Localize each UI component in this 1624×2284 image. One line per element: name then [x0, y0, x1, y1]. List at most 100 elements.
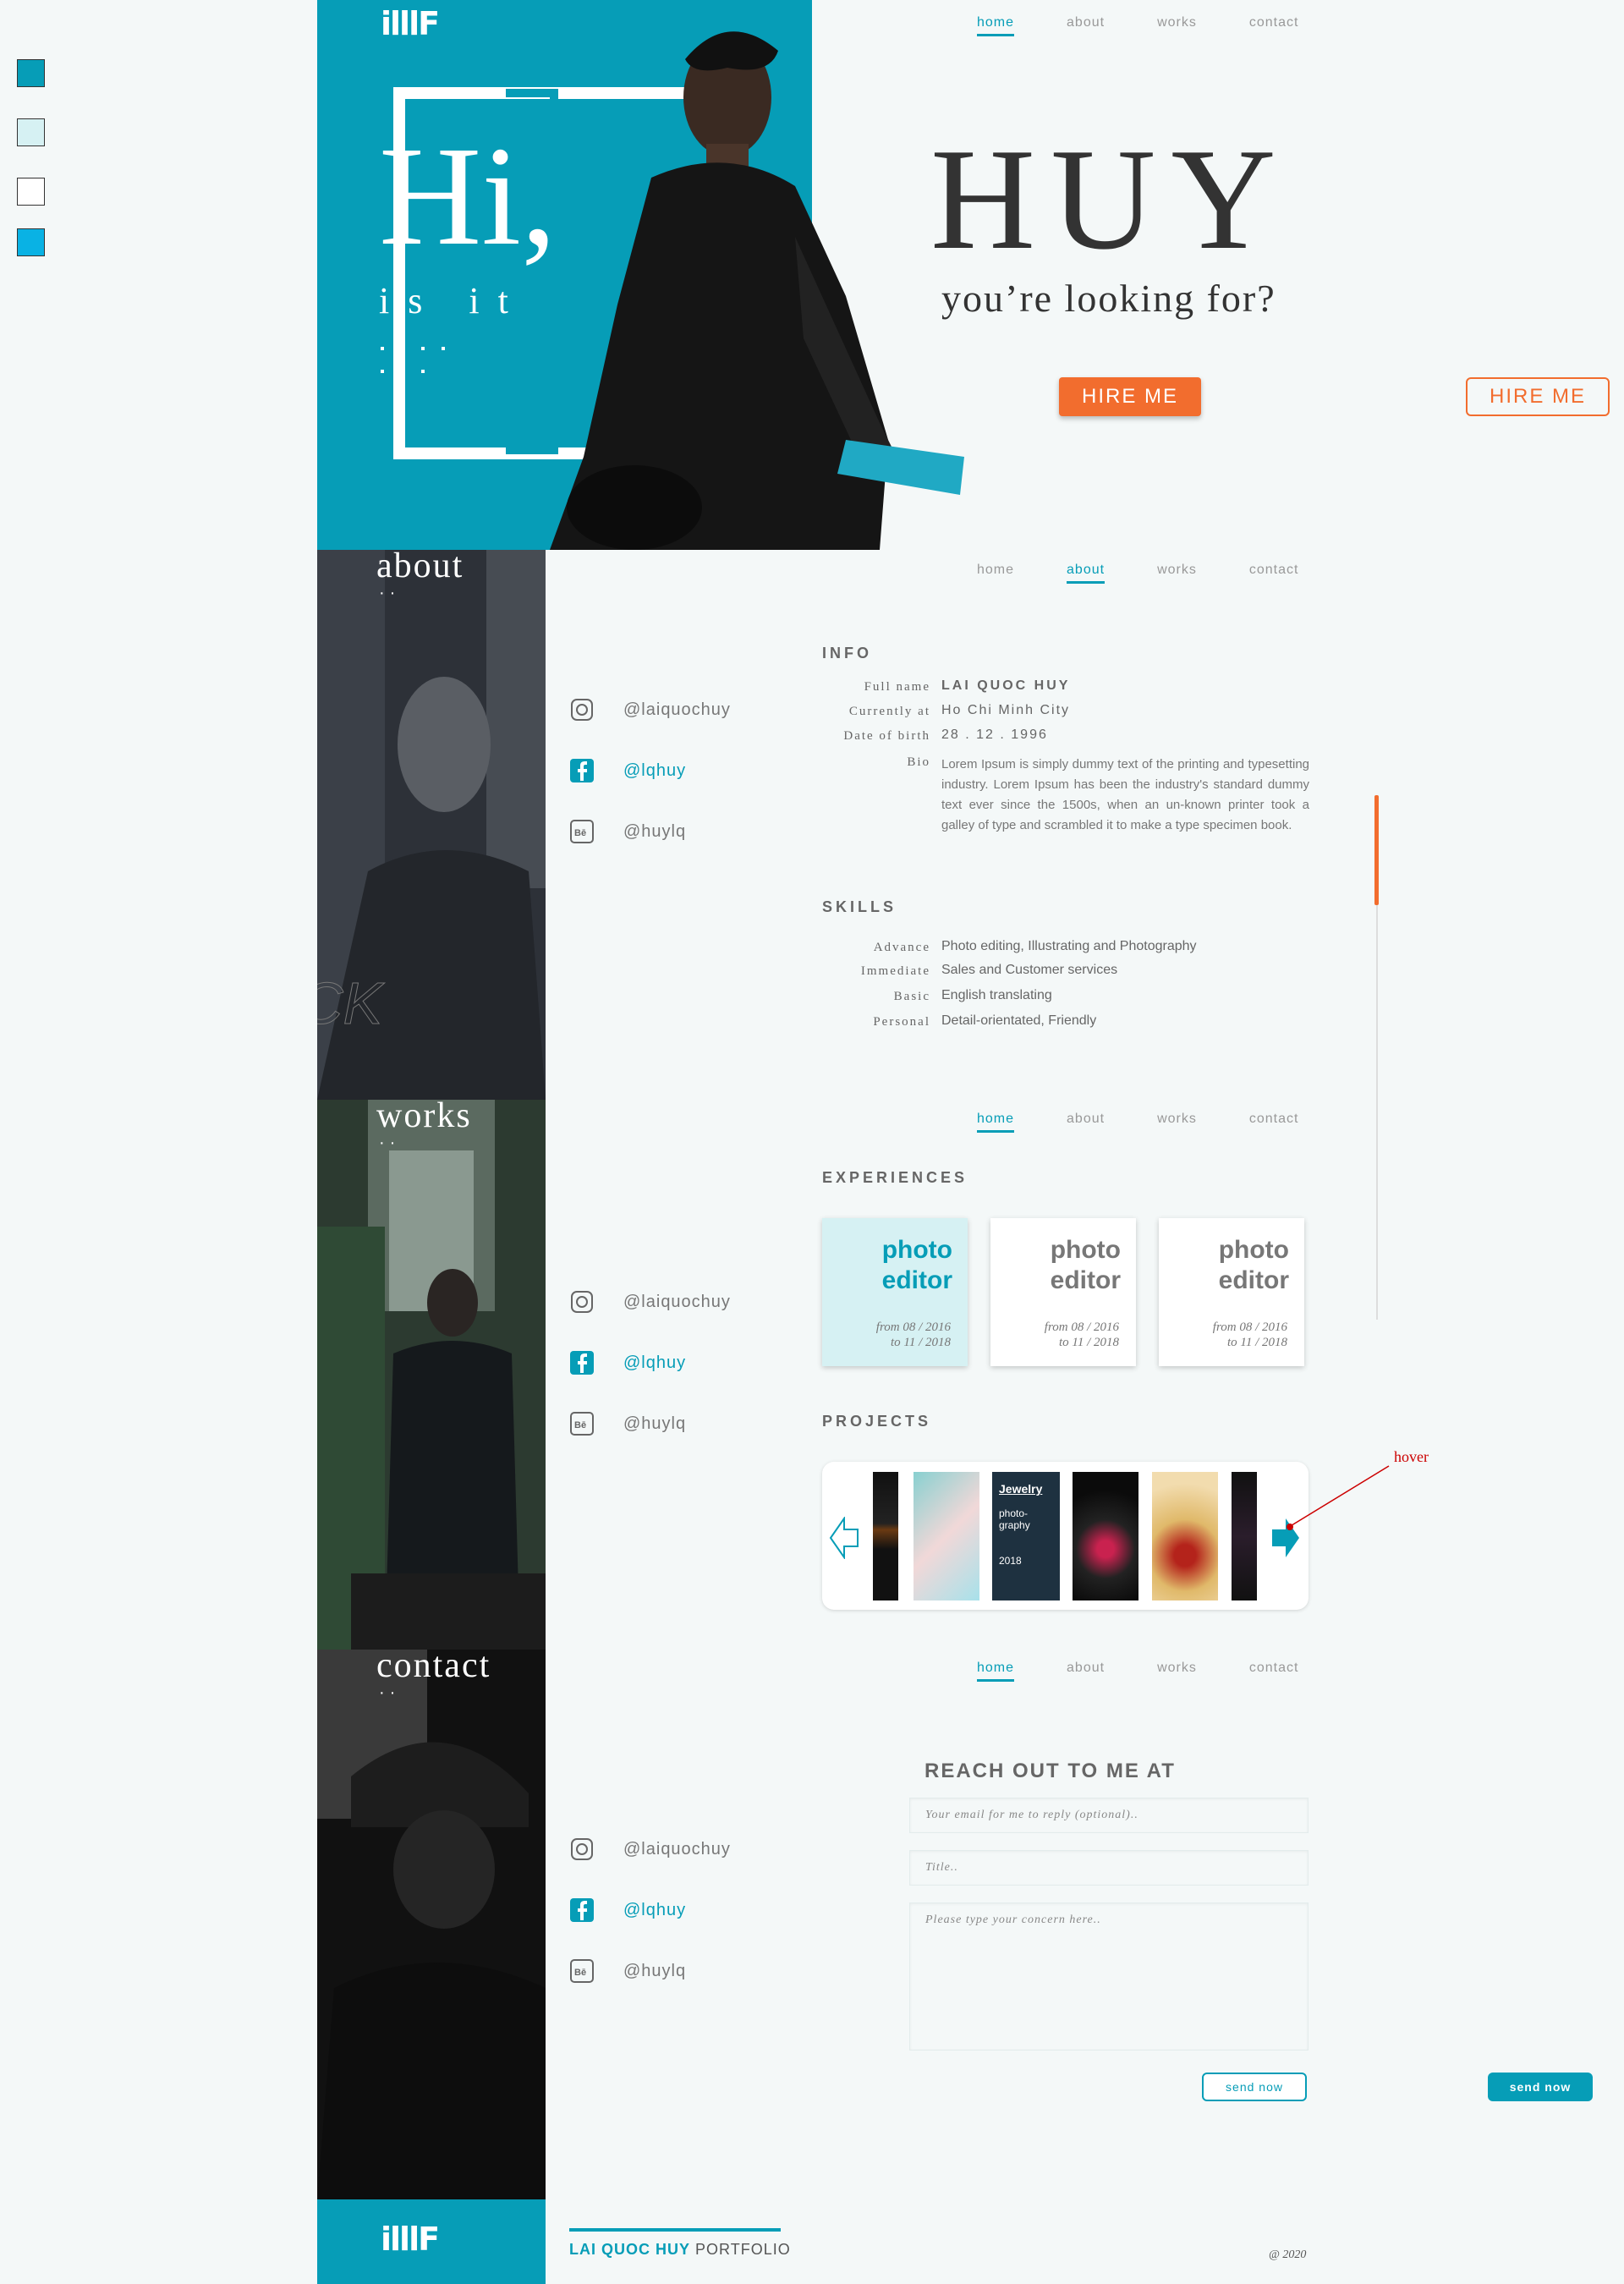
project-thumb[interactable] — [914, 1472, 979, 1600]
skill-val: Photo editing, Illustrating and Photogra… — [941, 939, 1197, 953]
info-key-dob: Date of birth — [843, 729, 930, 743]
section-title-works: works — [376, 1096, 472, 1135]
behance-icon[interactable]: Bē — [569, 1958, 595, 1984]
footer-logo[interactable]: illlF — [381, 2221, 440, 2258]
instagram-icon[interactable] — [569, 1289, 595, 1315]
social-links-contact: @laiquochuy @lqhuy Bē @huylq — [569, 1819, 731, 2001]
behance-icon[interactable]: Bē — [569, 819, 595, 844]
nav-works[interactable]: works — [1157, 1112, 1197, 1133]
hero-portrait — [550, 31, 964, 550]
hire-me-button[interactable]: HIRE ME — [1059, 377, 1201, 416]
svg-text:CK: CK — [317, 970, 386, 1036]
nav-contact[interactable]: contact — [1249, 563, 1299, 584]
swatch-teal — [17, 59, 45, 87]
facebook-icon[interactable] — [569, 1897, 595, 1923]
hover-annotation-line — [1287, 1465, 1390, 1530]
message-field[interactable]: Please type your concern here.. — [909, 1902, 1309, 2051]
behance-icon[interactable]: Bē — [569, 1411, 595, 1436]
experience-card[interactable]: photo editor from 08 / 2016 to 11 / 2018 — [1159, 1218, 1304, 1366]
jewelry-title: Jewelry — [999, 1482, 1043, 1496]
facebook-icon[interactable] — [569, 1350, 595, 1375]
project-thumb[interactable]: Jewelry photo- graphy 2018 — [992, 1472, 1060, 1600]
skills-heading: SKILLS — [822, 898, 897, 915]
svg-text:Bē: Bē — [574, 1968, 586, 1978]
social-instagram[interactable]: @laiquochuy — [569, 1271, 731, 1332]
nav-home[interactable]: home — [977, 15, 1015, 36]
facebook-handle[interactable]: @lqhuy — [623, 1901, 686, 1920]
social-facebook[interactable]: @lqhuy — [569, 1332, 731, 1393]
nav-about[interactable]: about — [1067, 1112, 1105, 1133]
projects-heading: PROJECTS — [822, 1413, 932, 1430]
scrollbar-track[interactable] — [1376, 905, 1378, 1320]
instagram-handle[interactable]: @laiquochuy — [623, 700, 731, 720]
project-thumb[interactable] — [1073, 1472, 1138, 1600]
social-instagram[interactable]: @laiquochuy — [569, 1819, 731, 1880]
svg-text:Bē: Bē — [574, 828, 586, 838]
card-from: from 08 / 2016 — [1044, 1320, 1119, 1334]
jewelry-sub: photo- — [999, 1507, 1029, 1519]
nav-home[interactable]: home — [977, 563, 1014, 584]
instagram-icon[interactable] — [569, 1837, 595, 1862]
nav-works[interactable]: works — [1157, 563, 1197, 584]
project-thumb[interactable] — [1152, 1472, 1218, 1600]
carousel-prev-icon[interactable] — [829, 1517, 859, 1559]
social-instagram[interactable]: @laiquochuy — [569, 679, 731, 740]
instagram-icon[interactable] — [569, 697, 595, 722]
contact-photo — [317, 1650, 546, 2199]
experience-card[interactable]: photo editor from 08 / 2016 to 11 / 2018 — [990, 1218, 1136, 1366]
social-behance[interactable]: Bē @huylq — [569, 1393, 731, 1454]
title-field[interactable]: Title.. — [909, 1850, 1309, 1886]
footer-copyright: @ 2020 — [1269, 2248, 1307, 2261]
email-field[interactable]: Your email for me to reply (optional).. — [909, 1798, 1309, 1833]
nav-contact[interactable]: contact — [1249, 1112, 1299, 1133]
social-behance[interactable]: Bē @huylq — [569, 801, 731, 862]
info-heading: INFO — [822, 645, 872, 662]
nav-about[interactable]: about — [1067, 15, 1105, 36]
behance-handle[interactable]: @huylq — [623, 1962, 686, 1981]
skill-key: Advance — [873, 941, 930, 954]
nav-works[interactable]: works — [1157, 1661, 1197, 1682]
instagram-handle[interactable]: @laiquochuy — [623, 1293, 731, 1312]
facebook-handle[interactable]: @lqhuy — [623, 761, 686, 781]
scrollbar-thumb[interactable] — [1374, 795, 1379, 905]
footer-name: LAI QUOC HUY — [569, 2241, 691, 2258]
social-behance[interactable]: Bē @huylq — [569, 1941, 731, 2001]
card-to: to 11 / 2018 — [891, 1336, 951, 1349]
behance-handle[interactable]: @huylq — [623, 1414, 686, 1434]
nav-about[interactable]: about — [1067, 563, 1106, 584]
card-to: to 11 / 2018 — [1059, 1336, 1119, 1349]
footer-accent-line — [569, 2228, 781, 2232]
nav-works[interactable]: works — [1157, 15, 1197, 36]
facebook-icon[interactable] — [569, 758, 595, 783]
send-button-hover[interactable]: send now — [1488, 2073, 1593, 2101]
nav-contact[interactable]: contact — [1249, 15, 1299, 36]
project-thumb[interactable] — [873, 1472, 898, 1600]
experience-card[interactable]: photo editor from 08 / 2016 to 11 / 2018 — [822, 1218, 968, 1366]
send-button[interactable]: send now — [1202, 2073, 1307, 2101]
facebook-handle[interactable]: @lqhuy — [623, 1353, 686, 1373]
nav-home[interactable]: home — [977, 1661, 1015, 1682]
hero-subtitle: you’re looking for? — [941, 277, 1276, 320]
behance-handle[interactable]: @huylq — [623, 822, 686, 842]
footer-portfolio-label: PORTFOLIO — [690, 2241, 791, 2258]
footer-portfolio-title: LAI QUOC HUY PORTFOLIO — [569, 2241, 791, 2259]
hero-is-it: is it — [379, 280, 527, 321]
hire-me-button-hover[interactable]: HIRE ME — [1466, 377, 1610, 416]
about-nav: home about works contact — [977, 563, 1298, 584]
project-thumb[interactable] — [1232, 1472, 1257, 1600]
swatch-cyan — [17, 228, 45, 256]
nav-about[interactable]: about — [1067, 1661, 1105, 1682]
instagram-handle[interactable]: @laiquochuy — [623, 1840, 731, 1859]
nav-contact[interactable]: contact — [1249, 1661, 1299, 1682]
about-photo: CK — [317, 550, 546, 1100]
social-facebook[interactable]: @lqhuy — [569, 1880, 731, 1941]
card-title-line1: photo — [881, 1236, 952, 1264]
logo[interactable]: illlF — [381, 5, 440, 42]
info-val-fullname: LAI QUOC HUY — [941, 678, 1071, 693]
info-val-dob: 28 . 12 . 1996 — [941, 727, 1048, 742]
card-to: to 11 / 2018 — [1227, 1336, 1287, 1349]
jewelry-sub: graphy — [999, 1519, 1030, 1531]
nav-home[interactable]: home — [977, 1112, 1015, 1133]
skill-key: Personal — [873, 1015, 930, 1029]
social-facebook[interactable]: @lqhuy — [569, 740, 731, 801]
